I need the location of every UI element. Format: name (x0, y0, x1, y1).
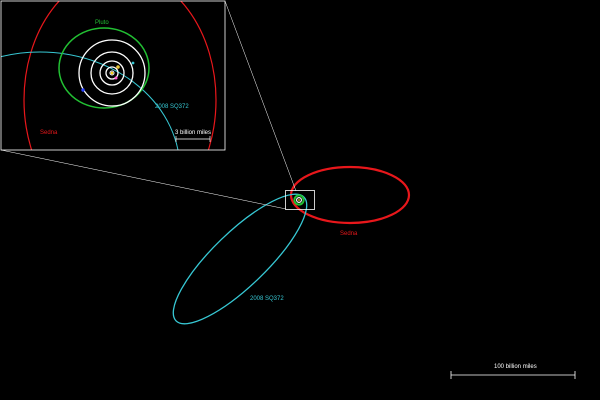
uranus (131, 61, 135, 65)
neptune (81, 88, 85, 92)
pluto-label: Pluto (95, 20, 109, 26)
sun (110, 71, 114, 75)
saturn (114, 76, 118, 80)
inner-system-sun (298, 199, 300, 201)
sq372-main-label: 2008 SQ372 (250, 296, 284, 302)
inset-scale-label: 3 billion miles (175, 130, 211, 136)
inset-background (1, 1, 225, 150)
sedna-main-label: Sedna (340, 231, 358, 237)
sq372-inset-label: 2008 SQ372 (155, 104, 189, 110)
orbit-diagram: Sedna 2008 SQ372 100 billion miles Pluto… (0, 0, 600, 400)
jupiter (116, 65, 120, 69)
sedna-inset-label: Sedna (40, 130, 58, 136)
main-scale-label: 100 billion miles (494, 364, 537, 370)
